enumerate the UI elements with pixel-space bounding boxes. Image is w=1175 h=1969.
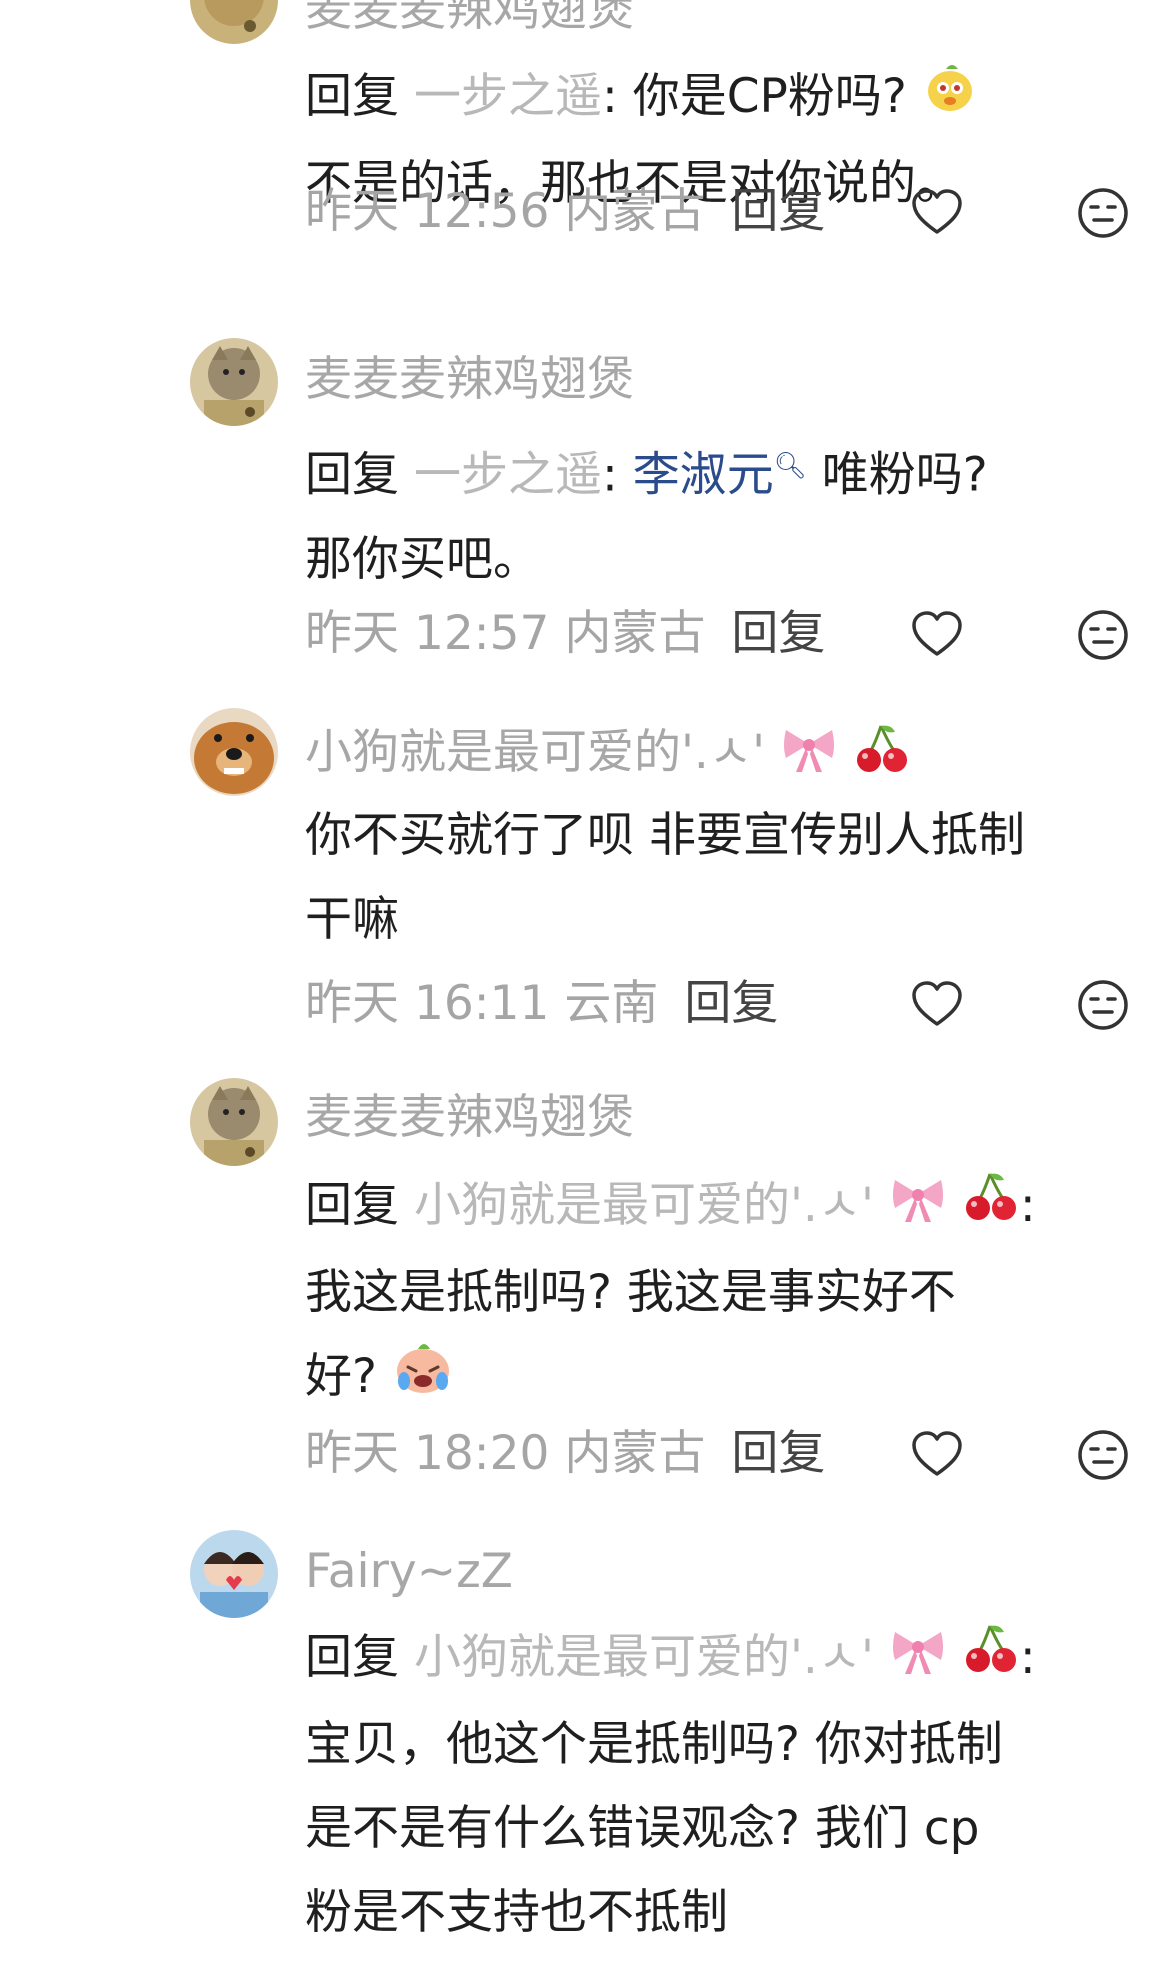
username[interactable]: Fairy~zZ — [305, 1544, 513, 1600]
reply-button[interactable]: 回复 — [731, 1426, 825, 1481]
reply-button[interactable]: 回复 — [731, 184, 825, 239]
comment-text: 回复 一步之遥: 李淑元🔍︎ 唯粉吗? 那你买吧。 — [305, 424, 1135, 602]
emoji-react-icon[interactable] — [1076, 978, 1130, 1032]
heart-outline-icon[interactable] — [910, 186, 964, 240]
emoji-react-icon[interactable] — [1076, 186, 1130, 240]
comment-time-location: 昨天 18:20 内蒙古 — [305, 1426, 706, 1481]
comment-text-line: 好? — [305, 1348, 377, 1404]
comment-text-line: 你不买就行了呗 非要宣传别人抵制 — [305, 808, 1025, 863]
comment-text-line: 那你买吧。 — [305, 531, 540, 587]
username[interactable]: 麦麦麦辣鸡翅煲 — [305, 0, 634, 38]
reply-target[interactable]: 小狗就是最可爱的'.ㅅ' — [414, 1630, 874, 1685]
reply-prefix: 回复 — [305, 1630, 399, 1685]
heart-outline-icon[interactable] — [910, 978, 964, 1032]
comment-time-location: 昨天 12:56 内蒙古 — [305, 184, 706, 239]
comment-text-line: 唯粉吗? — [806, 447, 988, 503]
avatar[interactable] — [190, 1078, 278, 1166]
comment-text: 回复 小狗就是最可爱的'.ㅅ' : 宝贝，他这个是抵制吗? 你对抵制 是不是有什… — [305, 1616, 1135, 1955]
avatar[interactable] — [190, 0, 278, 44]
reply-button[interactable]: 回复 — [684, 976, 778, 1031]
colon: : — [1019, 1630, 1036, 1685]
comment-time-location: 昨天 12:57 内蒙古 — [305, 606, 706, 661]
colon: : — [601, 447, 618, 503]
search-icon[interactable]: 🔍︎ — [774, 451, 807, 481]
mango-face-emoji-icon — [922, 58, 978, 142]
username[interactable]: 麦麦麦辣鸡翅煲 — [305, 1090, 634, 1146]
reply-prefix: 回复 — [305, 1178, 399, 1233]
username[interactable]: 小狗就是最可爱的'.ㅅ' — [305, 722, 911, 789]
avatar[interactable] — [190, 708, 278, 796]
username-text[interactable]: 小狗就是最可爱的'.ㅅ' — [305, 725, 765, 780]
comment-text-line: : 你是CP粉吗? — [601, 69, 907, 124]
bow-icon — [780, 724, 838, 787]
bow-icon — [889, 1619, 947, 1703]
bow-icon — [889, 1167, 947, 1251]
cherry-icon — [962, 1619, 1020, 1703]
reply-prefix: 回复 — [305, 69, 399, 124]
cherry-icon — [962, 1167, 1020, 1251]
reply-target[interactable]: 小狗就是最可爱的'.ㅅ' — [414, 1178, 874, 1233]
comment-text: 回复 小狗就是最可爱的'.ㅅ' : 我这是抵制吗? 我这是事实好不 好? — [305, 1164, 1135, 1422]
colon: : — [1019, 1178, 1036, 1233]
comment-meta: 昨天 12:57 内蒙古 回复 — [305, 604, 1135, 664]
comment-text-line: 我这是抵制吗? 我这是事实好不 — [305, 1264, 956, 1320]
reply-button[interactable]: 回复 — [731, 606, 825, 661]
comment-meta: 昨天 16:11 云南 回复 — [305, 974, 1135, 1034]
reply-target[interactable]: 一步之遥 — [414, 448, 602, 503]
username[interactable]: 麦麦麦辣鸡翅煲 — [305, 352, 634, 408]
mention-link[interactable]: 李淑元 — [633, 448, 774, 503]
reply-prefix: 回复 — [305, 447, 399, 503]
heart-outline-icon[interactable] — [910, 1428, 964, 1482]
comment-text-line: 是不是有什么错误观念? 我们 cp — [305, 1800, 980, 1856]
emoji-react-icon[interactable] — [1076, 608, 1130, 662]
heart-outline-icon[interactable] — [910, 608, 964, 662]
comment-meta: 昨天 12:56 内蒙古 回复 — [305, 182, 1135, 242]
comment-text-line: 干嘛 — [305, 892, 399, 947]
comment-text-line: 粉是不支持也不抵制 — [305, 1884, 728, 1940]
cherry-icon — [853, 722, 911, 789]
avatar[interactable] — [190, 1530, 278, 1618]
avatar[interactable] — [190, 338, 278, 426]
comment-meta: 昨天 18:20 内蒙古 回复 — [305, 1424, 1135, 1484]
comment-text: 你不买就行了呗 非要宣传别人抵制 干嘛 — [305, 794, 1135, 962]
reply-target[interactable]: 一步之遥 — [414, 69, 602, 124]
emoji-react-icon[interactable] — [1076, 1428, 1130, 1482]
comment-text-line: 宝贝，他这个是抵制吗? 你对抵制 — [305, 1716, 1003, 1772]
crying-face-emoji-icon — [392, 1337, 454, 1422]
comment-time-location: 昨天 16:11 云南 — [305, 976, 659, 1031]
